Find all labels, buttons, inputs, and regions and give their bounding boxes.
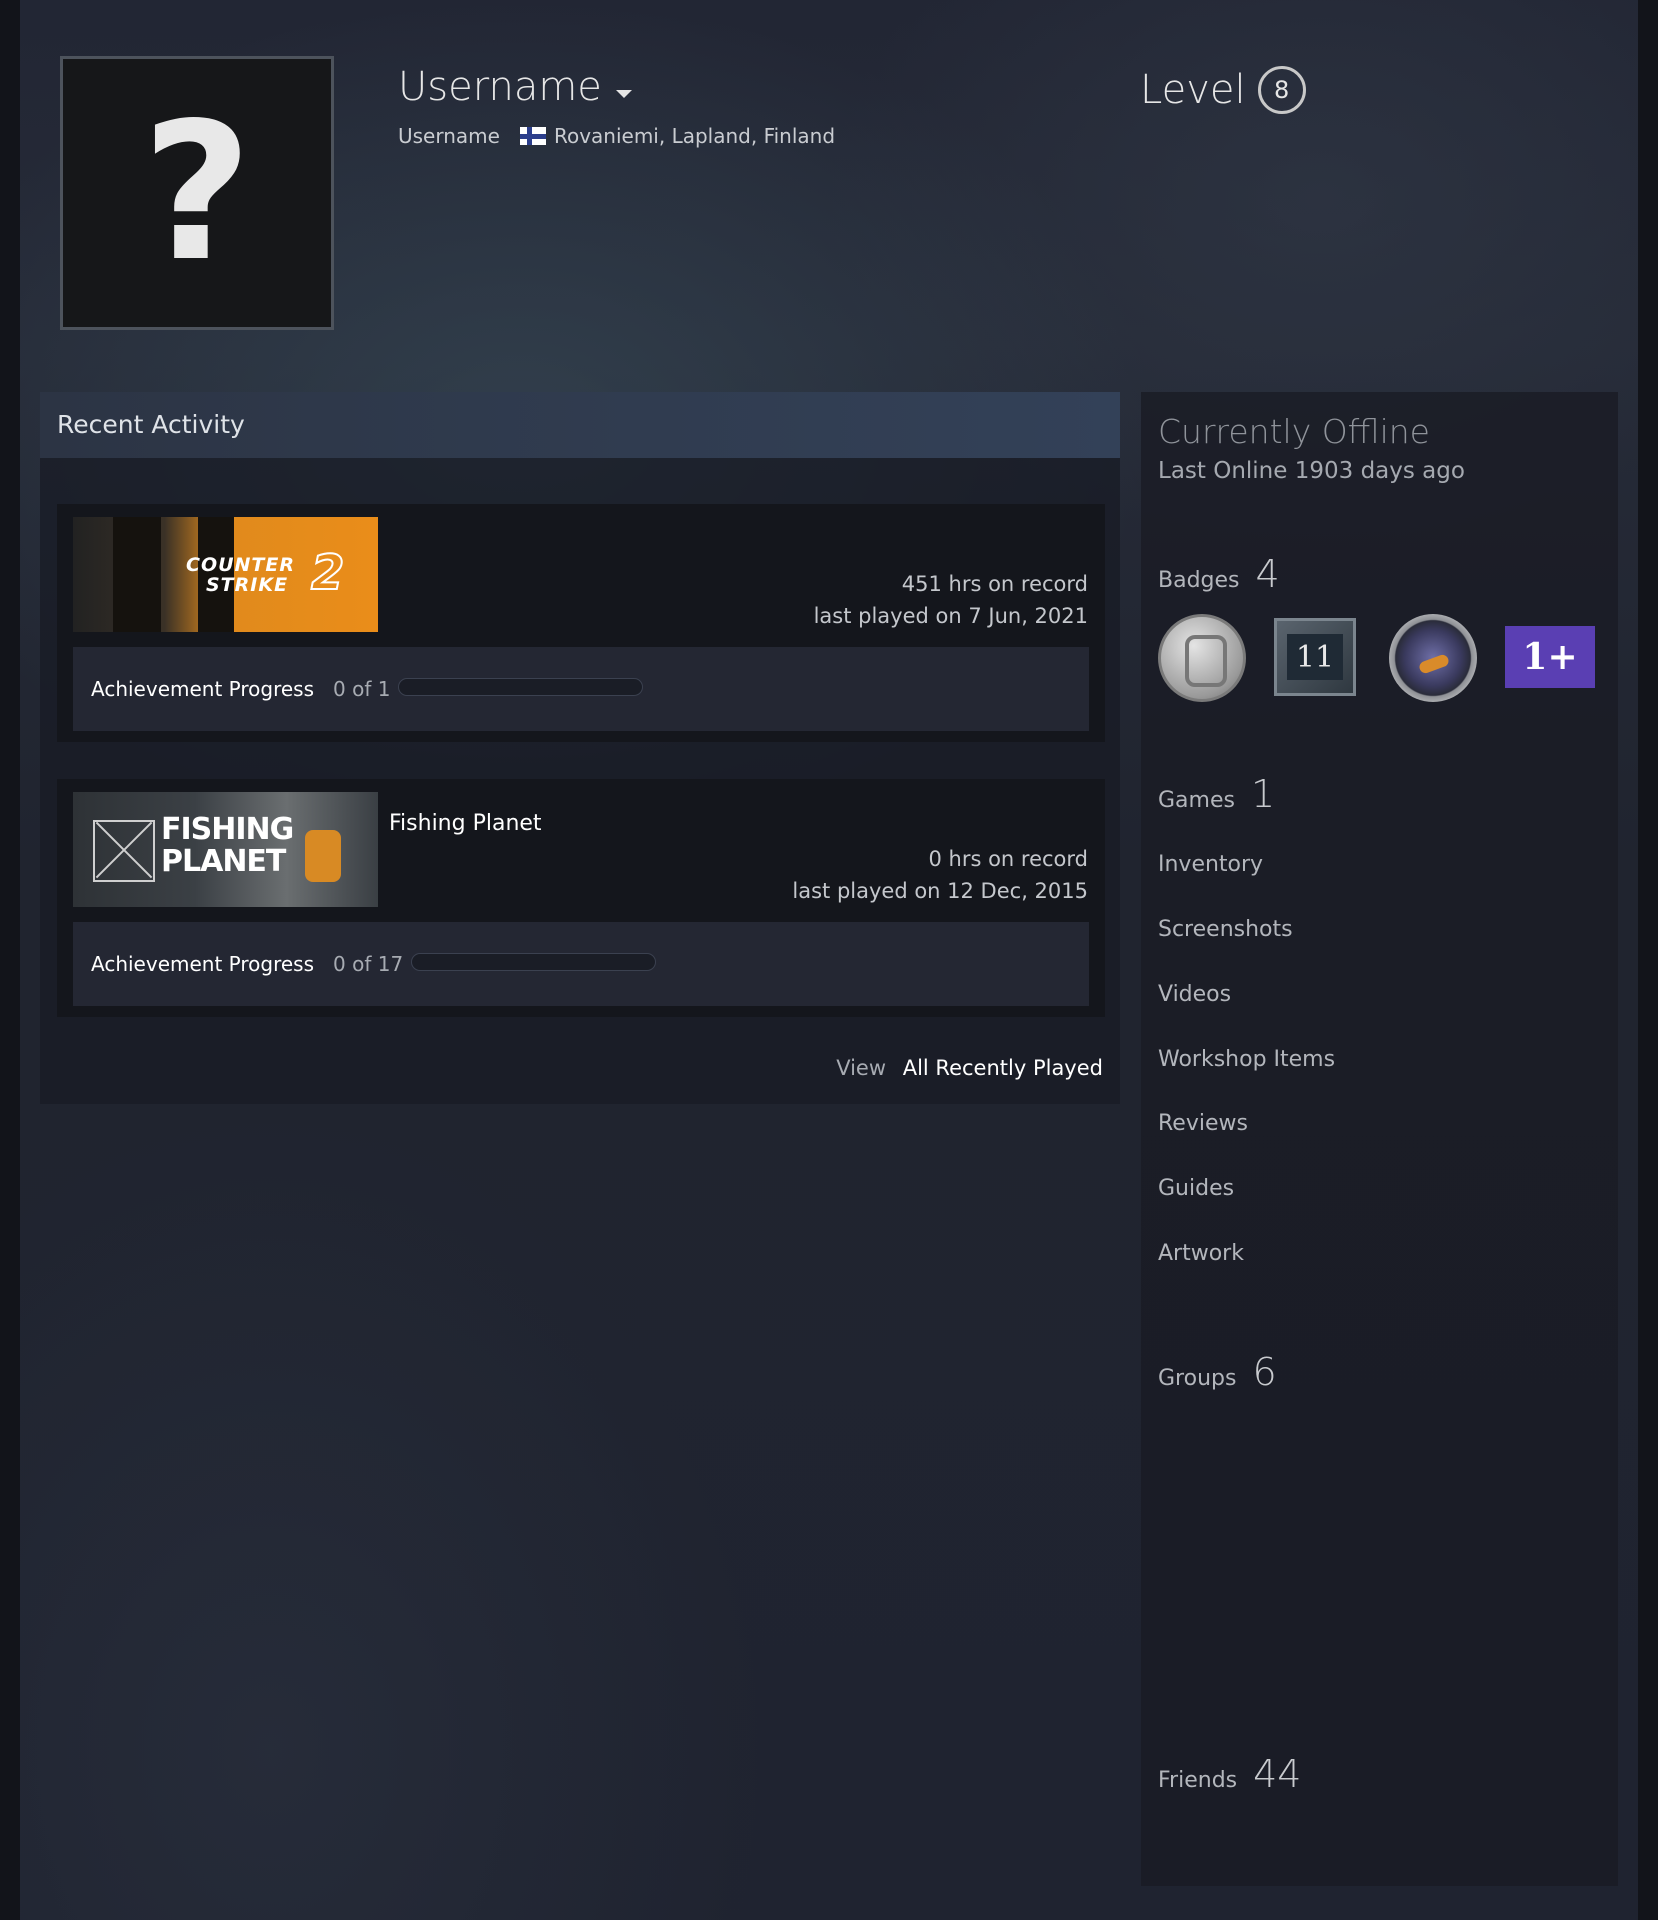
last-played: last played on 12 Dec, 2015 — [792, 879, 1088, 903]
inventory-link[interactable]: Inventory — [1158, 852, 1263, 877]
finland-flag-icon — [519, 127, 546, 145]
badge-years-icon[interactable]: 11 — [1274, 618, 1356, 696]
games-count: 1 — [1250, 772, 1276, 816]
friends-link[interactable]: Friends 44 — [1158, 1752, 1301, 1796]
frame-right — [1638, 0, 1658, 1920]
level-label: Level — [1140, 67, 1246, 113]
avatar[interactable]: ? — [60, 56, 334, 330]
reviews-link[interactable]: Reviews — [1158, 1111, 1248, 1136]
achievement-progress-track — [411, 953, 656, 971]
online-status: Currently Offline — [1158, 412, 1430, 451]
badge-years-number: 11 — [1287, 634, 1343, 680]
angler-figure-icon — [305, 830, 341, 882]
groups-count: 6 — [1252, 1350, 1277, 1394]
game-name[interactable]: Fishing Planet — [389, 811, 542, 836]
last-online: Last Online 1903 days ago — [1158, 458, 1465, 484]
profile-sidebar: Currently Offline Last Online 1903 days … — [1141, 392, 1618, 1886]
real-name: Username — [398, 124, 500, 148]
chevron-down-icon[interactable] — [615, 90, 632, 98]
badge-games-owned-number: 1+ — [1522, 636, 1578, 678]
badge-game-icon[interactable] — [1389, 614, 1477, 702]
screenshots-link[interactable]: Screenshots — [1158, 917, 1293, 942]
last-played: last played on 7 Jun, 2021 — [813, 604, 1088, 628]
profile-level[interactable]: Level 8 — [1140, 66, 1306, 114]
workshop-items-link[interactable]: Workshop Items — [1158, 1047, 1335, 1072]
recent-activity-panel: Recent Activity COUNTER STRIKE 2 451 hrs… — [40, 392, 1120, 1104]
achievement-label: Achievement Progress — [91, 677, 315, 701]
frame-left — [0, 0, 20, 1920]
artwork-link[interactable]: Artwork — [1158, 1241, 1244, 1266]
friends-count: 44 — [1253, 1752, 1302, 1796]
guides-link[interactable]: Guides — [1158, 1176, 1234, 1201]
persona-name: Username — [398, 64, 602, 110]
game-card: COUNTER STRIKE 2 451 hrs on record last … — [57, 504, 1105, 742]
game-capsule-image[interactable]: COUNTER STRIKE 2 — [73, 517, 378, 632]
game-card: FISHING PLANET Fishing Planet 0 hrs on r… — [57, 779, 1105, 1017]
badge-coin-icon[interactable] — [1158, 614, 1246, 702]
badges-label: Badges — [1158, 568, 1240, 593]
recent-activity-title: Recent Activity — [57, 410, 245, 439]
all-recently-played-link[interactable]: All Recently Played — [903, 1056, 1103, 1080]
videos-link[interactable]: Videos — [1158, 982, 1231, 1007]
friends-label: Friends — [1158, 1768, 1238, 1793]
profile-page: ? Username Username Rovaniemi, Lapland, … — [0, 0, 1658, 1920]
groups-link[interactable]: Groups 6 — [1158, 1350, 1277, 1394]
hours-on-record: 0 hrs on record — [928, 847, 1088, 871]
groups-label: Groups — [1158, 1366, 1237, 1391]
capsule-title: COUNTER STRIKE — [186, 554, 295, 596]
achievement-count: 0 of 1 — [333, 677, 391, 701]
fishing-logo-icon — [93, 820, 155, 882]
soldier-silhouette-icon — [113, 517, 161, 632]
games-link[interactable]: Games 1 — [1158, 772, 1275, 816]
game-capsule-image[interactable]: FISHING PLANET — [73, 792, 378, 907]
level-badge: 8 — [1257, 66, 1306, 114]
achievement-progress-bar[interactable]: Achievement Progress 0 of 1 — [73, 647, 1089, 731]
achievement-progress-bar[interactable]: Achievement Progress 0 of 17 — [73, 922, 1089, 1006]
badges-link[interactable]: Badges 4 — [1158, 552, 1280, 596]
profile-subline: Username Rovaniemi, Lapland, Finland — [398, 124, 835, 148]
capsule-title: FISHING PLANET — [161, 812, 294, 879]
achievement-count: 0 of 17 — [333, 952, 404, 976]
avatar-placeholder-glyph: ? — [141, 82, 253, 303]
badge-games-owned-icon[interactable]: 1+ — [1505, 626, 1595, 688]
games-label: Games — [1158, 788, 1235, 813]
view-label: View — [836, 1056, 887, 1080]
persona-name-dropdown[interactable]: Username — [398, 64, 632, 110]
recent-activity-header: Recent Activity — [40, 392, 1120, 458]
capsule-title-number: 2 — [310, 544, 345, 602]
hours-on-record: 451 hrs on record — [901, 572, 1088, 596]
location: Rovaniemi, Lapland, Finland — [553, 124, 836, 148]
badges-count: 4 — [1255, 552, 1280, 596]
achievement-label: Achievement Progress — [91, 952, 315, 976]
achievement-progress-track — [398, 678, 643, 696]
view-all-recently-played: View All Recently Played — [836, 1056, 1103, 1080]
